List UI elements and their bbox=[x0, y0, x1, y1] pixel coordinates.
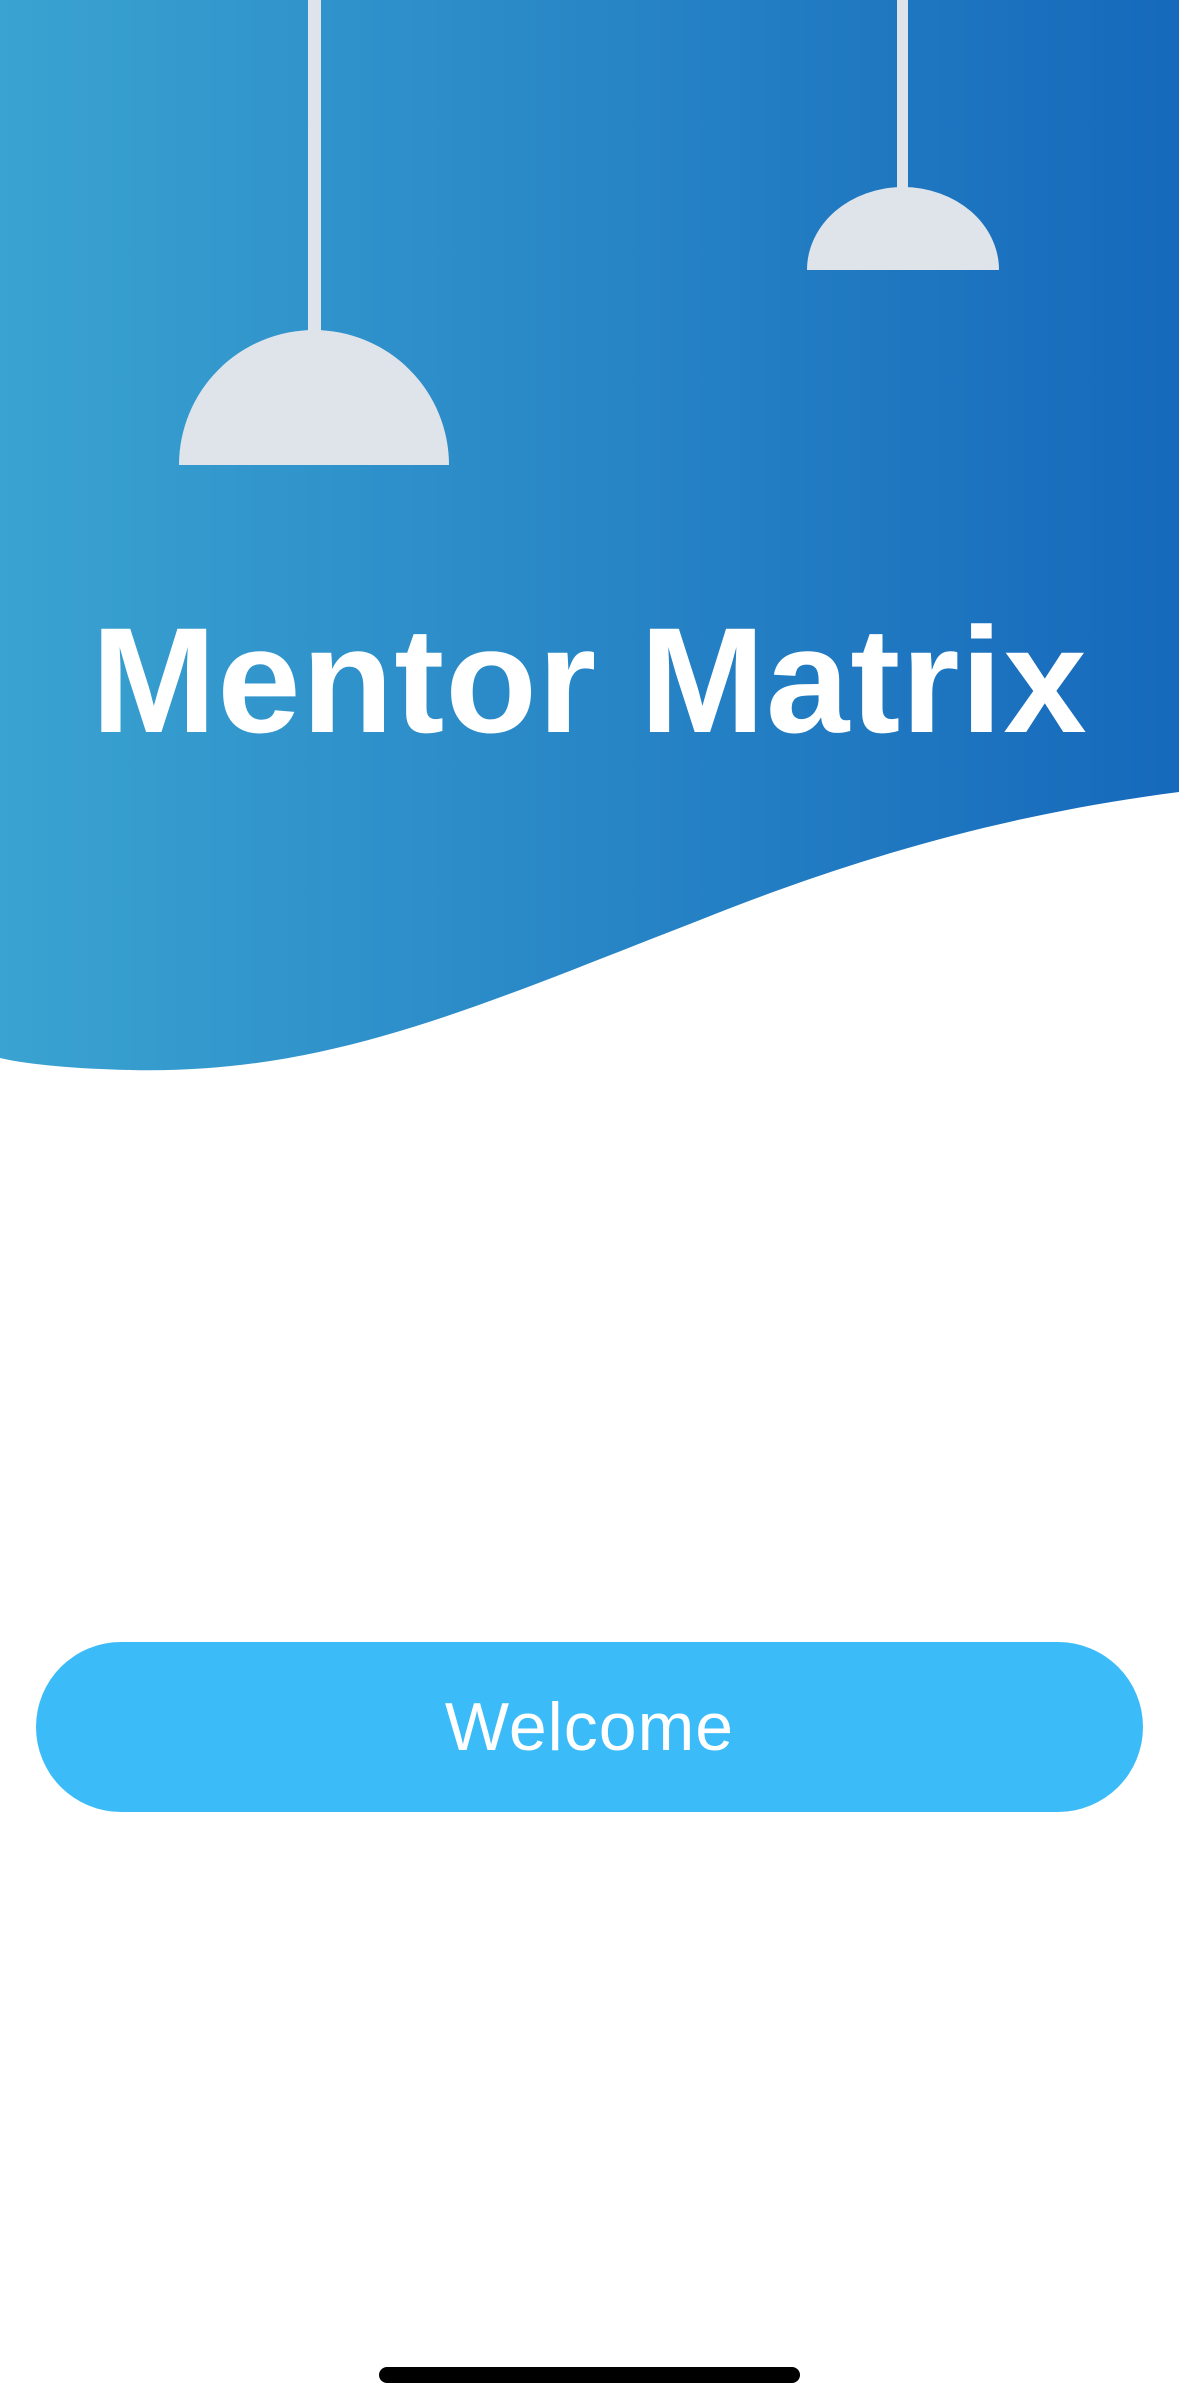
home-indicator-bar[interactable] bbox=[379, 2367, 800, 2383]
welcome-button[interactable]: Welcome bbox=[36, 1642, 1143, 1812]
welcome-screen: Mentor Matrix Welcome bbox=[0, 0, 1179, 2406]
header-wave-shape bbox=[0, 0, 1179, 1071]
welcome-button-label: Welcome bbox=[444, 1689, 735, 1765]
app-title: Mentor Matrix bbox=[91, 596, 1088, 764]
header-wave-banner bbox=[0, 0, 1179, 1100]
